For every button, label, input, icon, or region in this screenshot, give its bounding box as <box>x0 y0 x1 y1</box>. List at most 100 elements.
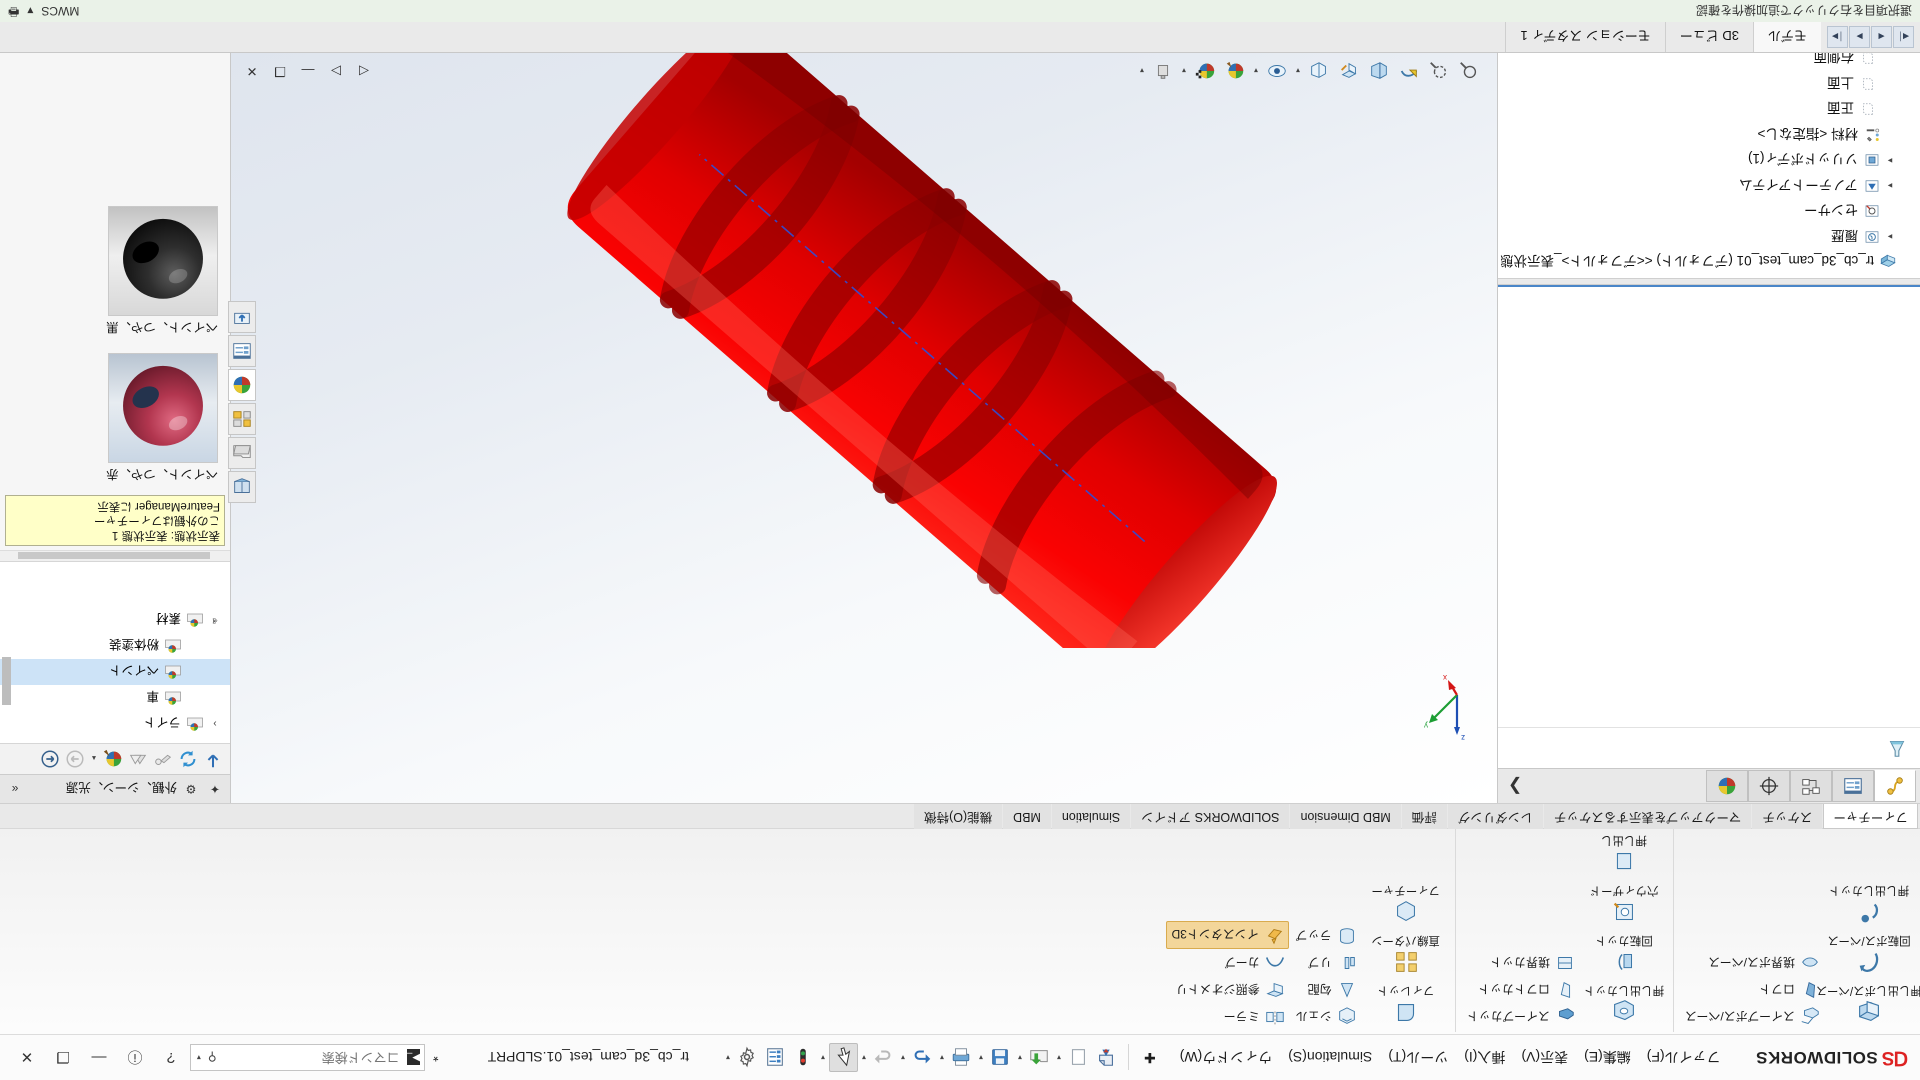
menu-item-insert[interactable]: 挿入(I) <box>1457 1044 1512 1072</box>
zoom-to-fit-button[interactable] <box>1455 57 1483 85</box>
refresh-button[interactable] <box>177 748 199 770</box>
material-red-swatch[interactable] <box>108 353 218 463</box>
sweep-cut-button[interactable]: スイープカット <box>1462 1004 1579 1030</box>
save-button[interactable] <box>987 1044 1014 1071</box>
display-style-caret-icon[interactable]: ▾ <box>1293 67 1303 76</box>
gfx-restore-button[interactable]: ❐ <box>267 59 293 83</box>
search-box[interactable]: ▶_ ⚲ ▾ <box>190 1044 425 1071</box>
design-library-tab[interactable] <box>228 437 256 469</box>
gear-icon[interactable]: ⚙ <box>181 779 201 799</box>
appearance-tree-row-car[interactable]: 車 <box>0 685 230 711</box>
dimxpert-manager-tab[interactable] <box>1748 770 1790 802</box>
tab-sketch[interactable]: スケッチ <box>1752 804 1823 829</box>
tree-row-plane-top[interactable]: 上面 <box>1498 71 1920 97</box>
gfx-next-button[interactable]: ▷ <box>323 59 349 83</box>
tree-row-annotations[interactable]: ▸ アノテートアイテム <box>1498 173 1920 199</box>
select-caret-icon[interactable]: ▾ <box>818 1053 828 1062</box>
zoom-to-area-button[interactable] <box>1425 57 1453 85</box>
tab-features-o[interactable]: 機能(O)特徴 <box>914 804 1003 829</box>
status-caret-icon[interactable]: ▾ <box>27 4 33 18</box>
display-style-button[interactable] <box>1305 57 1333 85</box>
feature-button[interactable]: フィーチャー <box>1363 881 1449 930</box>
hide-show-caret-icon[interactable]: ▾ <box>1251 67 1261 76</box>
gfx-prev-button[interactable]: ◁ <box>351 59 377 83</box>
doc-tab-model[interactable]: モデル <box>1752 22 1821 52</box>
hide-show-items-button[interactable] <box>1263 57 1291 85</box>
search-dropdown-icon[interactable]: ⚲ <box>208 1051 217 1065</box>
material-item-red[interactable]: ペイント、つや、赤 <box>0 348 230 495</box>
graphics-area[interactable]: z y x ▾ ▾ ▾ ▾ ◁ ▷ — ❐ ✕ <box>231 53 1497 803</box>
open-caret-icon[interactable]: ▾ <box>1054 1053 1064 1062</box>
save-as-caret-icon[interactable]: ▾ <box>1015 1053 1025 1062</box>
file-properties-button[interactable] <box>762 1044 789 1071</box>
view-palette-tab[interactable] <box>228 403 256 435</box>
tab-evaluate[interactable]: 評価 <box>1401 804 1447 829</box>
file-explorer-tab[interactable] <box>228 301 256 333</box>
tree-row-plane-right[interactable]: 右側面 <box>1498 53 1920 71</box>
save-as-button[interactable] <box>1026 1044 1053 1071</box>
help-button[interactable]: ? <box>154 1043 188 1073</box>
scenes-button[interactable] <box>127 748 149 770</box>
extrude-boss-button[interactable]: 押し出しボス/ベース <box>1816 981 1920 1030</box>
redo-button[interactable] <box>870 1044 897 1071</box>
previous-view-button[interactable] <box>1395 57 1423 85</box>
appearance-tree-row-lights[interactable]: › ライト <box>0 711 230 737</box>
save-caret-icon[interactable]: ▾ <box>976 1053 986 1062</box>
tab-rendering[interactable]: レンダリング <box>1447 804 1543 829</box>
feature-tree-tab[interactable] <box>1874 770 1916 802</box>
restore-button[interactable]: ❐ <box>46 1043 80 1073</box>
pin-icon[interactable]: ✚ <box>1137 1045 1163 1070</box>
scene-caret-icon[interactable]: ▾ <box>1179 67 1189 76</box>
gfx-close-button[interactable]: ✕ <box>239 59 265 83</box>
menu-item-file[interactable]: ファイル(F) <box>1640 1044 1728 1072</box>
undo-caret-icon[interactable]: ▾ <box>898 1053 908 1062</box>
loft-cut-button[interactable]: ロフトカット <box>1462 977 1579 1003</box>
nav-prev-button[interactable]: ◀ <box>1871 26 1892 48</box>
tree-row-material[interactable]: 材料 <指定なし> <box>1498 122 1920 148</box>
menu-item-edit[interactable]: 編集(E) <box>1577 1044 1638 1072</box>
solidworks-resources-tab[interactable] <box>228 471 256 503</box>
back-button[interactable] <box>39 748 61 770</box>
info-button[interactable]: ⓘ <box>118 1043 152 1073</box>
tree-row-solid-bodies[interactable]: ▸ ソリッドボディ(1) <box>1498 148 1920 174</box>
appearances-scenes-tab[interactable] <box>228 369 256 401</box>
curve-button[interactable]: カーブ <box>1166 950 1289 976</box>
menu-item-view[interactable]: 表示(V) <box>1514 1044 1575 1072</box>
extrude3-button[interactable]: 押し出し <box>1581 831 1667 880</box>
tree-row-document[interactable]: tr_cb_3d_cam_test_01 (デフォルト) <<デフォルト>_表示… <box>1498 250 1920 276</box>
loft-button[interactable]: ロフト <box>1680 977 1824 1003</box>
tab-mbd[interactable]: MBD <box>1003 804 1051 829</box>
tree-twisty[interactable]: ⱏ <box>206 615 224 626</box>
appearance-splitter[interactable] <box>0 550 230 561</box>
forward-button[interactable] <box>64 748 86 770</box>
configuration-manager-tab[interactable] <box>1790 770 1832 802</box>
appearances-button[interactable] <box>102 748 124 770</box>
appearance-tree-row-paint[interactable]: ペイント <box>0 659 230 685</box>
tree-row-sensors[interactable]: センサー <box>1498 199 1920 225</box>
property-manager-tab[interactable] <box>1832 770 1874 802</box>
minimize-button[interactable]: — <box>82 1043 116 1073</box>
undo-button[interactable] <box>909 1044 936 1071</box>
nav-first-button[interactable]: ◀│ <box>1893 26 1914 48</box>
draft-button[interactable]: 勾配 <box>1291 977 1361 1003</box>
nav-next-button[interactable]: ▶ <box>1849 26 1870 48</box>
options-button[interactable] <box>734 1044 761 1071</box>
collapse-icon[interactable]: « <box>5 779 25 799</box>
print-button[interactable] <box>948 1044 975 1071</box>
tab-features[interactable]: フィーチャー <box>1823 804 1918 829</box>
apply-scene-button[interactable] <box>1191 57 1219 85</box>
rib-button[interactable]: リブ <box>1291 950 1361 976</box>
wrap-button[interactable]: ラップ <box>1291 923 1361 949</box>
custom-properties-tab[interactable] <box>228 335 256 367</box>
tree-row-history[interactable]: ▸ 履歴 <box>1498 224 1920 250</box>
chevron-right-icon[interactable]: ❯ <box>1508 776 1522 796</box>
tree-twisty[interactable]: › <box>206 719 224 730</box>
boundary-boss-button[interactable]: 境界ボス/ベース <box>1680 950 1824 976</box>
tab-markup-sketch[interactable]: マークアップを表示するスケッチ <box>1543 804 1752 829</box>
instant3d-button[interactable]: インスタント3D <box>1165 921 1289 949</box>
search-input[interactable] <box>221 1049 402 1066</box>
mirror-button[interactable]: ミラー <box>1166 1004 1289 1030</box>
section-view-button[interactable] <box>1365 57 1393 85</box>
view-settings-caret-icon[interactable]: ▾ <box>1137 67 1147 76</box>
boundary-cut-button[interactable]: 境界カット <box>1462 950 1579 976</box>
